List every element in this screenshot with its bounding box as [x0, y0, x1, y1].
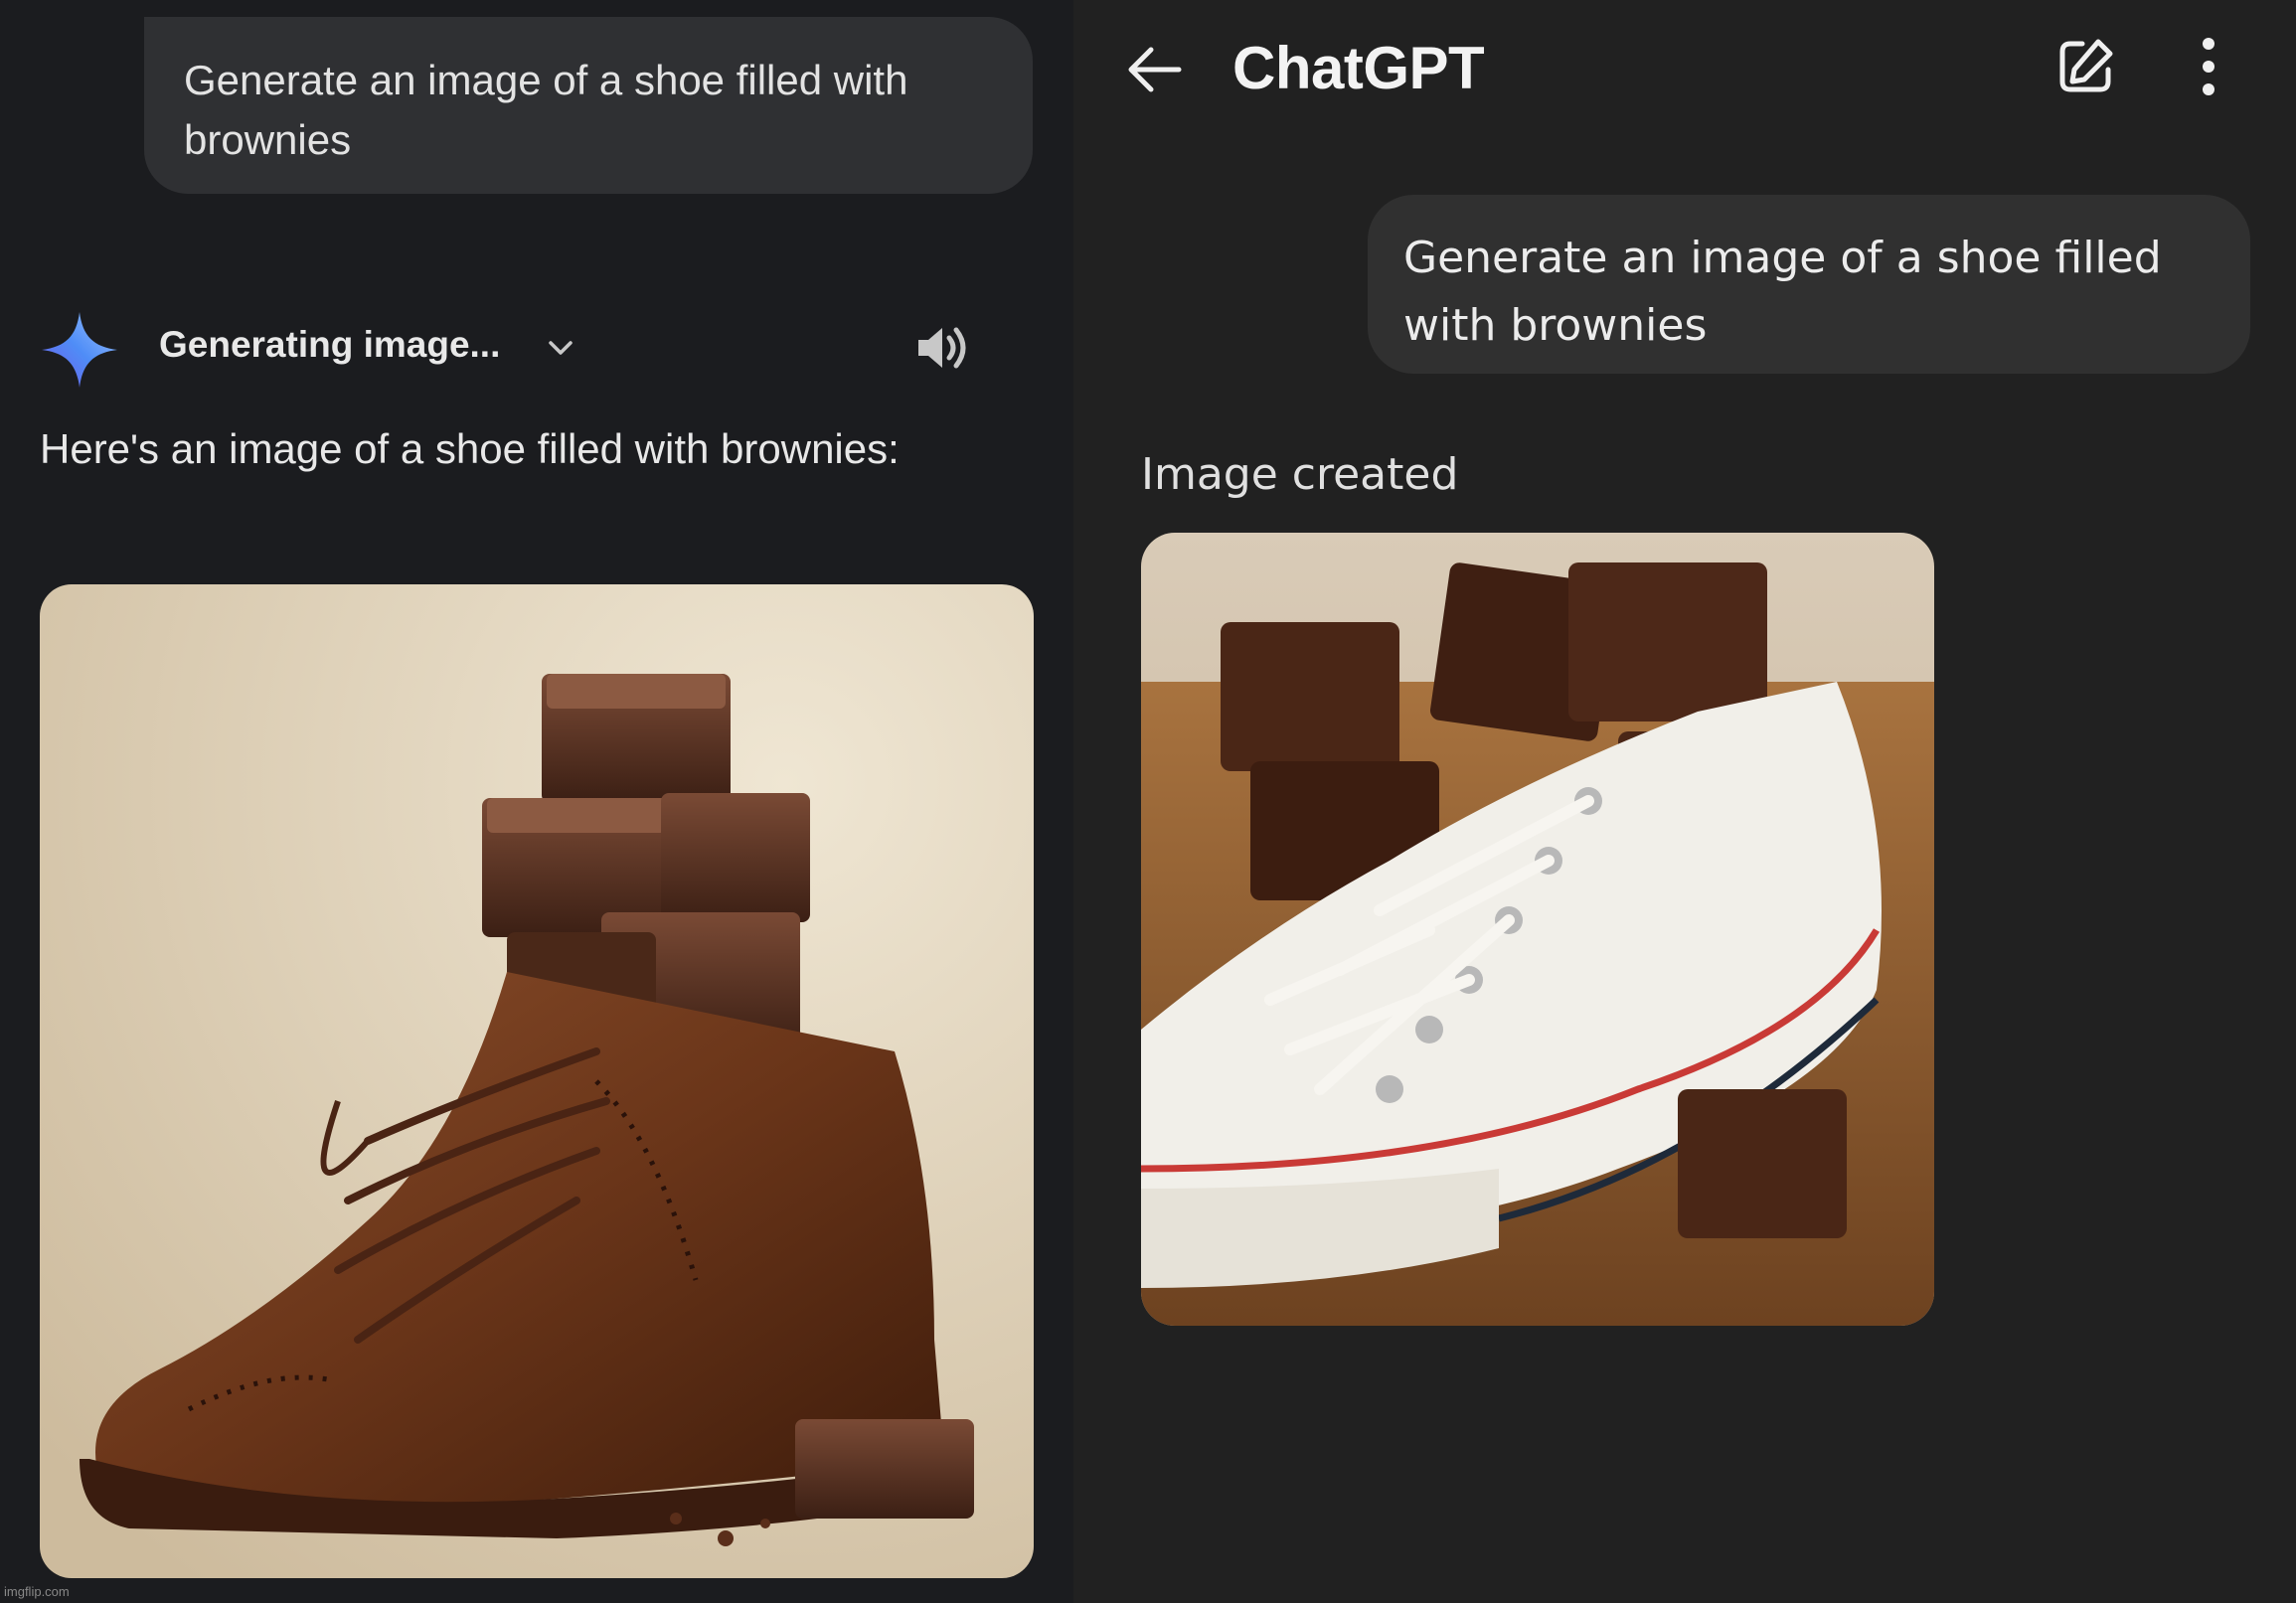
watermark-text: imgflip.com — [4, 1584, 70, 1599]
gemini-panel: Generate an image of a shoe filled with … — [0, 0, 1073, 1603]
loose-brownie — [1678, 1089, 1847, 1238]
app-header: ChatGPT — [1073, 0, 2296, 139]
speaker-icon[interactable] — [914, 322, 970, 374]
status-label: Generating image... — [159, 324, 501, 365]
user-message-bubble: Generate an image of a shoe filled with … — [144, 17, 1033, 194]
loose-brownie — [795, 1419, 974, 1519]
gemini-spark-icon — [42, 312, 117, 388]
user-message-text: Generate an image of a shoe filled with … — [184, 57, 908, 163]
generation-status-row[interactable]: Generating image... — [40, 304, 994, 388]
generated-image-leather-shoe[interactable] — [40, 584, 1034, 1578]
arrow-left-icon[interactable] — [1123, 38, 1187, 101]
user-message-text: Generate an image of a shoe filled with … — [1403, 233, 2162, 351]
chatgpt-panel: ChatGPT Generate an image of a shoe fill… — [1073, 0, 2296, 1603]
more-vertical-icon[interactable] — [2189, 34, 2228, 99]
user-message-bubble: Generate an image of a shoe filled with … — [1368, 195, 2250, 374]
status-label: Image created — [1141, 449, 1459, 500]
app-title: ChatGPT — [1232, 35, 1485, 101]
edit-icon[interactable] — [2052, 34, 2118, 99]
generated-image-sneaker[interactable] — [1141, 533, 1934, 1326]
chevron-down-icon[interactable] — [541, 328, 580, 368]
assistant-reply-text: Here's an image of a shoe filled with br… — [40, 425, 900, 472]
